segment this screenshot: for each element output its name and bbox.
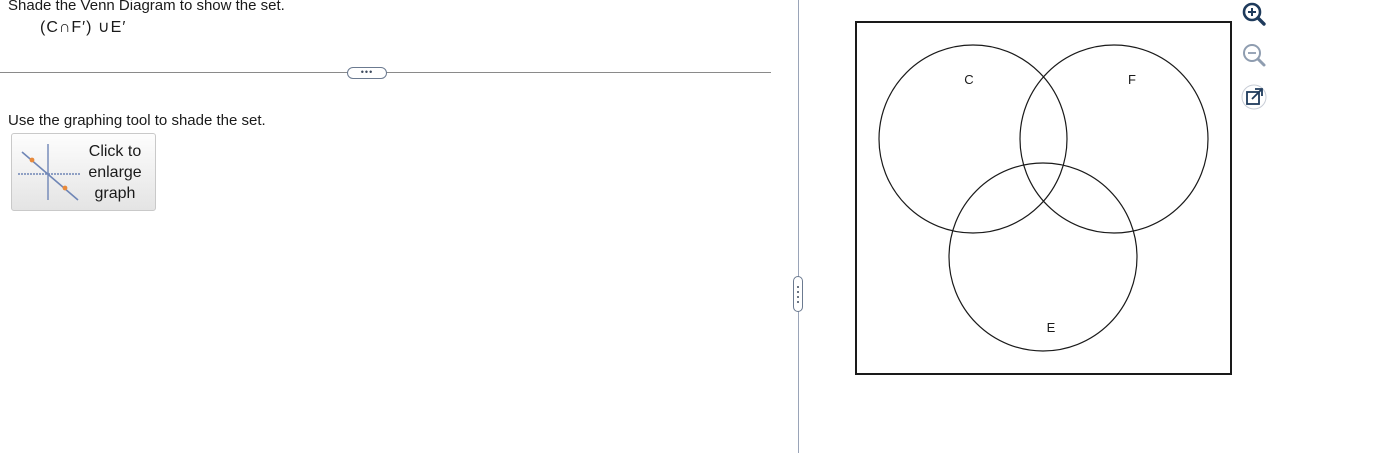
label-e: E	[1046, 320, 1056, 335]
universal-set-rect[interactable]	[855, 21, 1232, 375]
question-pane: Shade the Venn Diagram to show the set. …	[0, 0, 798, 453]
zoom-out-button[interactable]	[1240, 41, 1268, 69]
set-expression: (C∩F′) ∪E′	[40, 19, 127, 36]
vertical-splitter-handle[interactable]	[793, 276, 803, 312]
enlarge-graph-label: Click to enlarge graph	[88, 143, 142, 202]
label-f: F	[1128, 72, 1136, 87]
vertical-divider	[798, 0, 799, 453]
venn-diagram[interactable]: C F E	[855, 21, 1233, 376]
zoom-out-icon	[1243, 44, 1266, 67]
graph-thumbnail-icon	[18, 144, 80, 201]
graphing-instruction: Use the graphing tool to shade the set.	[8, 112, 266, 129]
page: Shade the Venn Diagram to show the set. …	[0, 0, 1383, 453]
popout-button[interactable]	[1240, 83, 1268, 111]
label-c: C	[964, 72, 974, 87]
enlarge-graph-button[interactable]: Click to enlarge graph	[11, 133, 156, 211]
horizontal-splitter-handle[interactable]: •••	[347, 67, 387, 79]
zoom-in-icon	[1242, 2, 1266, 26]
question-instruction: Shade the Venn Diagram to show the set.	[8, 0, 285, 14]
popout-icon	[1241, 84, 1267, 110]
zoom-in-button[interactable]	[1240, 0, 1268, 28]
venn-canvas[interactable]	[855, 21, 1233, 376]
